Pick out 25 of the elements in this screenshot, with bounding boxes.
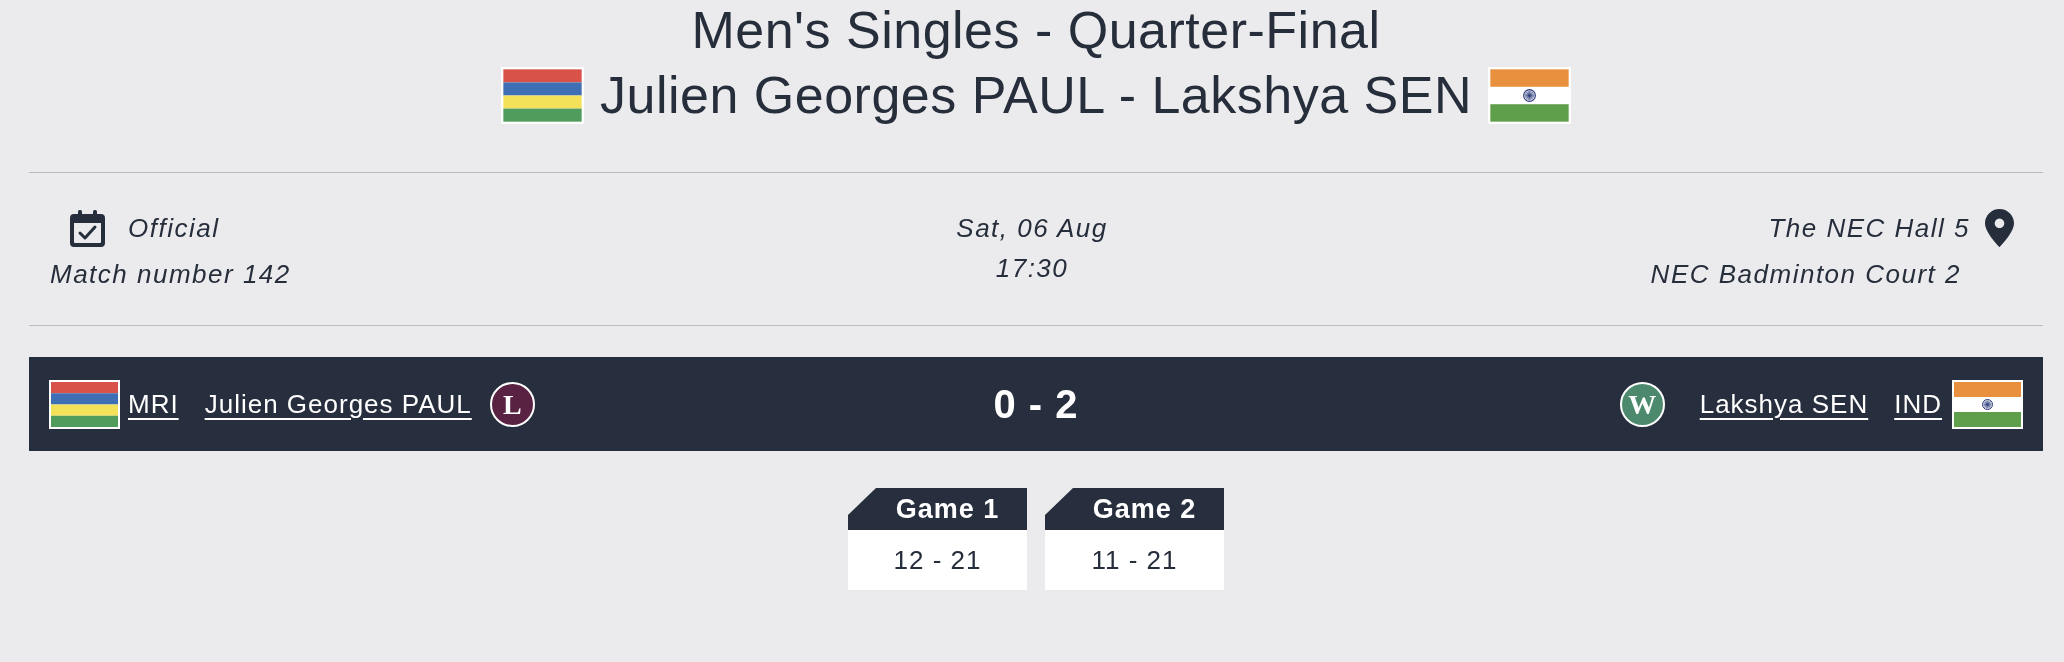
venue-text: The NEC Hall 5 (1768, 212, 1970, 244)
status-text: Official (128, 212, 220, 244)
game-label: Game 2 (1045, 488, 1224, 530)
flag-icon (1488, 66, 1571, 124)
flag-icon (501, 66, 584, 124)
game-label: Game 1 (848, 488, 1027, 530)
matchup-title: Julien Georges PAUL - Lakshya SEN (600, 65, 1472, 125)
court-text: NEC Badminton Court 2 (1650, 258, 1961, 290)
flag-icon (49, 379, 120, 429)
country-link[interactable]: MRI (128, 384, 179, 424)
match-date-text: Sat, 06 Aug (956, 212, 1108, 244)
loss-badge: L (489, 381, 535, 427)
calendar-check-icon (70, 209, 105, 247)
location-pin-icon (1985, 209, 2014, 247)
country-link[interactable]: IND (1894, 384, 1942, 424)
match-score: 0 - 2 (993, 381, 1079, 428)
flag-icon (1952, 379, 2023, 429)
match-time-text: 17:30 (995, 252, 1069, 284)
event-title: Men's Singles - Quarter-Final (690, 0, 1382, 60)
match-number-text: Match number 142 (50, 258, 291, 290)
game-score: 11 - 21 (1045, 530, 1224, 590)
player-link[interactable]: Lakshya SEN (1699, 384, 1869, 424)
win-badge: W (1619, 381, 1665, 427)
game-score: 12 - 21 (848, 530, 1027, 590)
player-link[interactable]: Julien Georges PAUL (204, 384, 472, 424)
